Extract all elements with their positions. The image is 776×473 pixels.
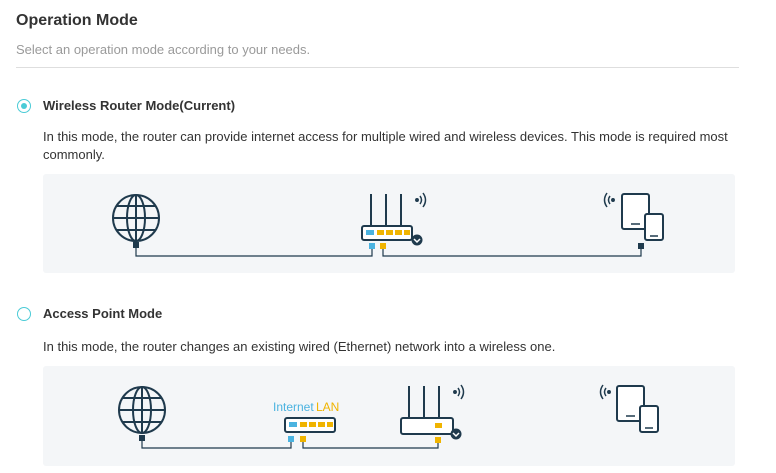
wifi-signal-icon [603, 192, 615, 208]
internet-port-label: Internet [273, 400, 314, 414]
router-icon [284, 417, 336, 433]
access-point-mode-option[interactable]: Access Point Mode [17, 306, 162, 321]
lan-port-label: LAN [316, 400, 339, 414]
wifi-signal-icon [415, 192, 427, 208]
devices-icon [616, 385, 659, 433]
header-divider [16, 67, 739, 68]
wireless-router-mode-description: In this mode, the router can provide int… [43, 129, 728, 162]
devices-icon [621, 193, 664, 241]
wireless-router-mode-diagram [43, 174, 735, 273]
access-point-mode-label: Access Point Mode [43, 306, 163, 321]
router-icon [361, 194, 423, 246]
access-point-mode-diagram: Internet LAN [43, 366, 735, 466]
router-icon [400, 386, 462, 440]
access-point-mode-description: In this mode, the router changes an exis… [43, 339, 556, 354]
globe-icon [118, 386, 166, 434]
wifi-signal-icon [453, 384, 465, 400]
page-title: Operation Mode [16, 12, 138, 29]
wireless-router-mode-label: Wireless Router Mode(Current) [43, 98, 236, 113]
access-point-mode-radio[interactable] [17, 306, 31, 321]
page-subtitle: Select an operation mode according to yo… [16, 42, 311, 57]
globe-icon [112, 194, 160, 242]
wifi-signal-icon [599, 384, 611, 400]
wireless-router-mode-option[interactable]: Wireless Router Mode(Current) [17, 98, 235, 113]
wireless-router-mode-radio[interactable] [17, 98, 31, 113]
